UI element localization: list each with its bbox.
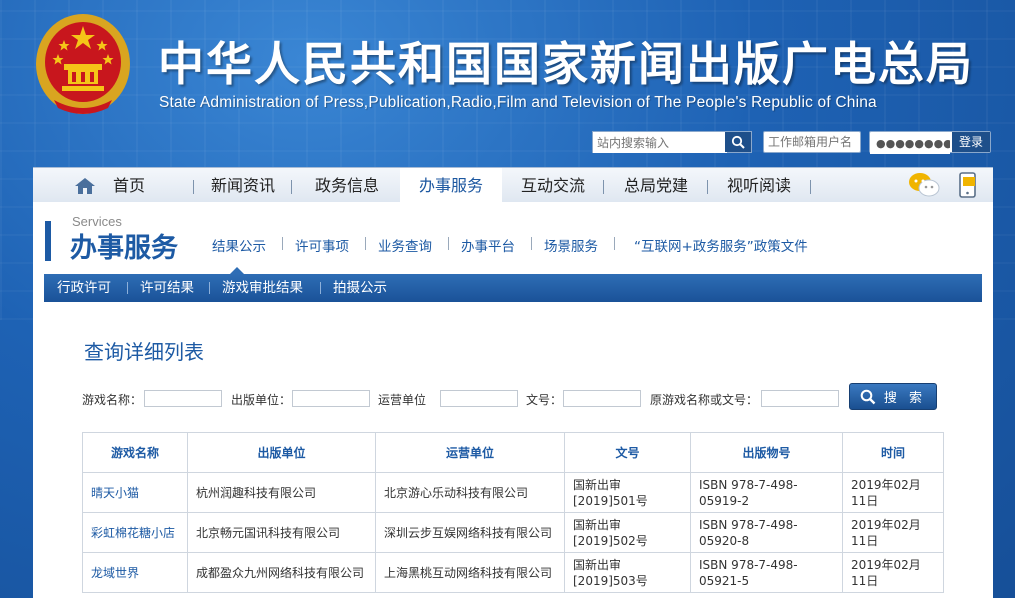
search-input[interactable] [593, 133, 727, 153]
date-cell: 2019年02月11日 [842, 472, 944, 513]
nav-divider [193, 180, 194, 194]
main-nav: 首页 新闻资讯 政务信息 办事服务 互动交流 总局党建 视听阅读 [33, 167, 993, 203]
nav-divider [603, 180, 604, 194]
subnav-platform[interactable]: 办事平台 [461, 235, 515, 255]
results-table: 游戏名称 出版单位 运营单位 文号 出版物号 时间 晴天小猫 杭州润趣科技有限公… [82, 432, 944, 593]
game-name-link[interactable]: 龙域世界 [82, 552, 188, 593]
table-row: 晴天小猫 杭州润趣科技有限公司 北京游心乐动科技有限公司 国新出审[2019]5… [82, 472, 944, 513]
doc-number-input[interactable] [563, 390, 641, 407]
subnav-scenario-services[interactable]: 场景服务 [544, 235, 598, 255]
publisher-cell: 成都盈众九州网络科技有限公司 [187, 552, 376, 593]
password-field: 登录 [869, 131, 991, 154]
subnav-divider [282, 237, 283, 250]
subnav-divider [365, 237, 366, 250]
isbn-cell: ISBN 978-7-498-05921-5 [690, 552, 843, 593]
subnav-divider [531, 237, 532, 250]
password-input[interactable] [870, 133, 950, 154]
site-search [592, 131, 752, 153]
table-header-row: 游戏名称 出版单位 运营单位 文号 出版物号 时间 [82, 432, 944, 473]
doc-number-cell: 国新出审[2019]501号 [564, 472, 691, 513]
game-name-link[interactable]: 彩虹棉花糖小店 [82, 512, 188, 553]
nav-divider [291, 180, 292, 194]
operator-label: 运营单位 [378, 393, 427, 407]
col-doc-number: 文号 [564, 432, 691, 473]
col-operator: 运营单位 [375, 432, 565, 473]
site-title-english: State Administration of Press,Publicatio… [159, 94, 877, 111]
game-name-link[interactable]: 晴天小猫 [82, 472, 188, 513]
login-button[interactable]: 登录 [952, 132, 990, 152]
tab-license-results[interactable]: 许可结果 [140, 274, 194, 302]
secondary-nav: 行政许可 许可结果 游戏审批结果 拍摄公示 [44, 274, 982, 302]
tab-divider [320, 282, 321, 294]
active-caret [230, 267, 244, 274]
mobile-icon[interactable] [959, 172, 979, 198]
nav-party-building[interactable]: 总局党建 [618, 168, 694, 203]
operator-cell: 深圳云步互娱网络科技有限公司 [375, 512, 565, 553]
search-submit-label: 搜 索 [883, 391, 927, 406]
nav-services[interactable]: 办事服务 [400, 168, 502, 203]
mail-username-input[interactable] [763, 131, 861, 153]
home-icon [75, 178, 95, 194]
doc-number-cell: 国新出审[2019]503号 [564, 552, 691, 593]
table-row: 彩虹棉花糖小店 北京畅元国讯科技有限公司 深圳云步互娱网络科技有限公司 国新出审… [82, 512, 944, 553]
original-name-label: 原游戏名称或文号： [650, 393, 759, 407]
nav-audiovisual[interactable]: 视听阅读 [721, 168, 797, 203]
col-publisher: 出版单位 [187, 432, 376, 473]
publisher-cell: 北京畅元国讯科技有限公司 [187, 512, 376, 553]
nav-divider [707, 180, 708, 194]
subnav-policy-documents[interactable]: “互联网+政务服务”政策文件 [634, 235, 808, 255]
date-cell: 2019年02月11日 [842, 552, 944, 593]
game-name-label: 游戏名称： [82, 393, 143, 407]
nav-government-info[interactable]: 政务信息 [309, 168, 385, 203]
operator-input[interactable] [440, 390, 518, 407]
section-accent-bar [45, 221, 51, 261]
search-icon [860, 389, 876, 404]
tab-divider [127, 282, 128, 294]
subnav-results[interactable]: 结果公示 [212, 235, 266, 255]
subnav-permits[interactable]: 许可事项 [295, 235, 349, 255]
subnav-divider [614, 237, 615, 250]
site-title: 中华人民共和国国家新闻出版广电总局 [158, 37, 974, 91]
doc-number-label: 文号： [526, 393, 563, 407]
date-cell: 2019年02月11日 [842, 512, 944, 553]
game-name-input[interactable] [144, 390, 222, 407]
original-name-input[interactable] [761, 390, 839, 407]
search-submit-button[interactable]: 搜 索 [849, 383, 937, 410]
subnav-divider [448, 237, 449, 250]
search-icon [731, 135, 745, 149]
isbn-cell: ISBN 978-7-498-05919-2 [690, 472, 843, 513]
col-game-name: 游戏名称 [82, 432, 188, 473]
search-button[interactable] [725, 132, 751, 152]
operator-cell: 北京游心乐动科技有限公司 [375, 472, 565, 513]
nav-divider [810, 180, 811, 194]
tab-filming-announcement[interactable]: 拍摄公示 [333, 274, 387, 302]
nav-news[interactable]: 新闻资讯 [205, 168, 281, 203]
subnav-business-query[interactable]: 业务查询 [378, 235, 432, 255]
isbn-cell: ISBN 978-7-498-05920-8 [690, 512, 843, 553]
col-isbn: 出版物号 [690, 432, 843, 473]
tab-divider [209, 282, 210, 294]
nav-interaction[interactable]: 互动交流 [515, 168, 591, 203]
tab-administrative-license[interactable]: 行政许可 [57, 274, 111, 302]
publisher-label: 出版单位： [231, 393, 292, 407]
operator-cell: 上海黑桃互动网络科技有限公司 [375, 552, 565, 593]
publisher-input[interactable] [292, 390, 370, 407]
page-title: 查询详细列表 [84, 340, 204, 364]
national-emblem-icon [36, 14, 130, 114]
wechat-icon[interactable] [908, 172, 940, 198]
tab-game-approval-results[interactable]: 游戏审批结果 [222, 274, 303, 302]
section-title: 办事服务 [70, 233, 178, 264]
doc-number-cell: 国新出审[2019]502号 [564, 512, 691, 553]
nav-home[interactable]: 首页 [99, 168, 159, 203]
col-date: 时间 [842, 432, 944, 473]
table-row: 龙域世界 成都盈众九州网络科技有限公司 上海黑桃互动网络科技有限公司 国新出审[… [82, 552, 944, 593]
publisher-cell: 杭州润趣科技有限公司 [187, 472, 376, 513]
